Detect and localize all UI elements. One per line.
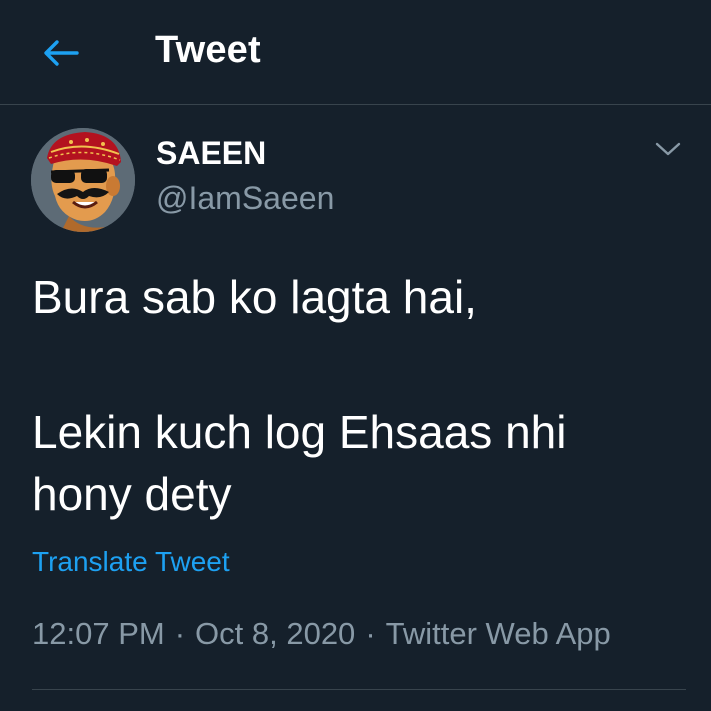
- page-title: Tweet: [155, 29, 261, 71]
- tweet-time[interactable]: 12:07 PM: [32, 616, 165, 651]
- tweet-source[interactable]: Twitter Web App: [386, 616, 611, 651]
- top-bar: Tweet: [0, 0, 711, 105]
- tweet-text-line: Lekin kuch log Ehsaas nhi: [32, 406, 567, 458]
- tweet-text: Bura sab ko lagta hai, Lekin kuch log Eh…: [32, 266, 682, 525]
- tweet-text-line: hony dety: [32, 468, 232, 520]
- avatar-image: [31, 128, 135, 232]
- back-button[interactable]: [38, 30, 84, 76]
- author-handle[interactable]: @IamSaeen: [156, 178, 334, 218]
- chevron-down-icon: [655, 142, 681, 156]
- tweet-menu-button[interactable]: [648, 131, 688, 167]
- separator: ·: [365, 616, 376, 651]
- author-display-name[interactable]: SAEEN: [156, 133, 266, 173]
- translate-tweet-link[interactable]: Translate Tweet: [32, 544, 230, 580]
- arrow-left-icon: [44, 40, 79, 66]
- separator: ·: [174, 616, 186, 651]
- tweet-date[interactable]: Oct 8, 2020: [195, 616, 355, 651]
- tweet-metadata: 12:07 PM · Oct 8, 2020 · Twitter Web App: [32, 613, 611, 655]
- avatar[interactable]: [31, 128, 135, 232]
- tweet-text-line: Bura sab ko lagta hai,: [32, 271, 477, 323]
- divider: [32, 689, 686, 690]
